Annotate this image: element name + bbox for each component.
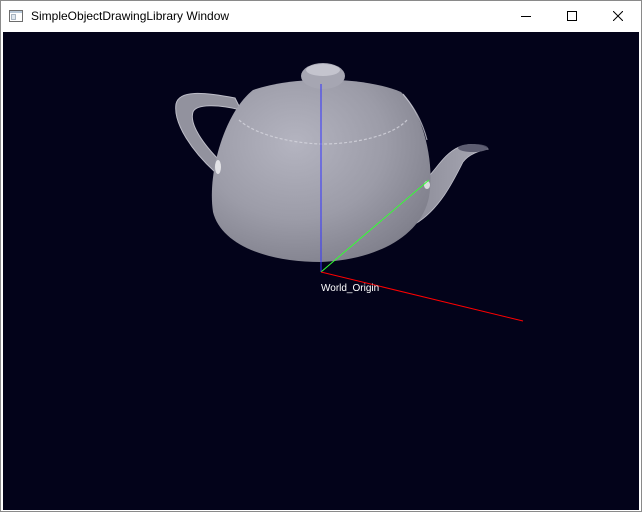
minimize-button[interactable] (503, 1, 549, 31)
teapot-model (175, 63, 489, 262)
title-bar[interactable]: SimpleObjectDrawingLibrary Window (1, 1, 641, 31)
close-icon (613, 11, 623, 21)
render-viewport[interactable]: World_Origin (3, 32, 639, 510)
world-origin-label: World_Origin (321, 283, 380, 294)
teapot-knob-top (306, 64, 340, 76)
scene-canvas (175, 63, 524, 322)
minimize-icon (521, 16, 531, 17)
close-button[interactable] (595, 1, 641, 31)
maximize-button[interactable] (549, 1, 595, 31)
body-highlight (215, 160, 221, 174)
spout-tip (458, 144, 488, 152)
app-window: SimpleObjectDrawingLibrary Window World_… (0, 0, 642, 512)
x-axis-line (320, 271, 524, 322)
window-title: SimpleObjectDrawingLibrary Window (31, 9, 230, 23)
maximize-icon (567, 11, 577, 21)
window-app-icon (9, 10, 23, 22)
